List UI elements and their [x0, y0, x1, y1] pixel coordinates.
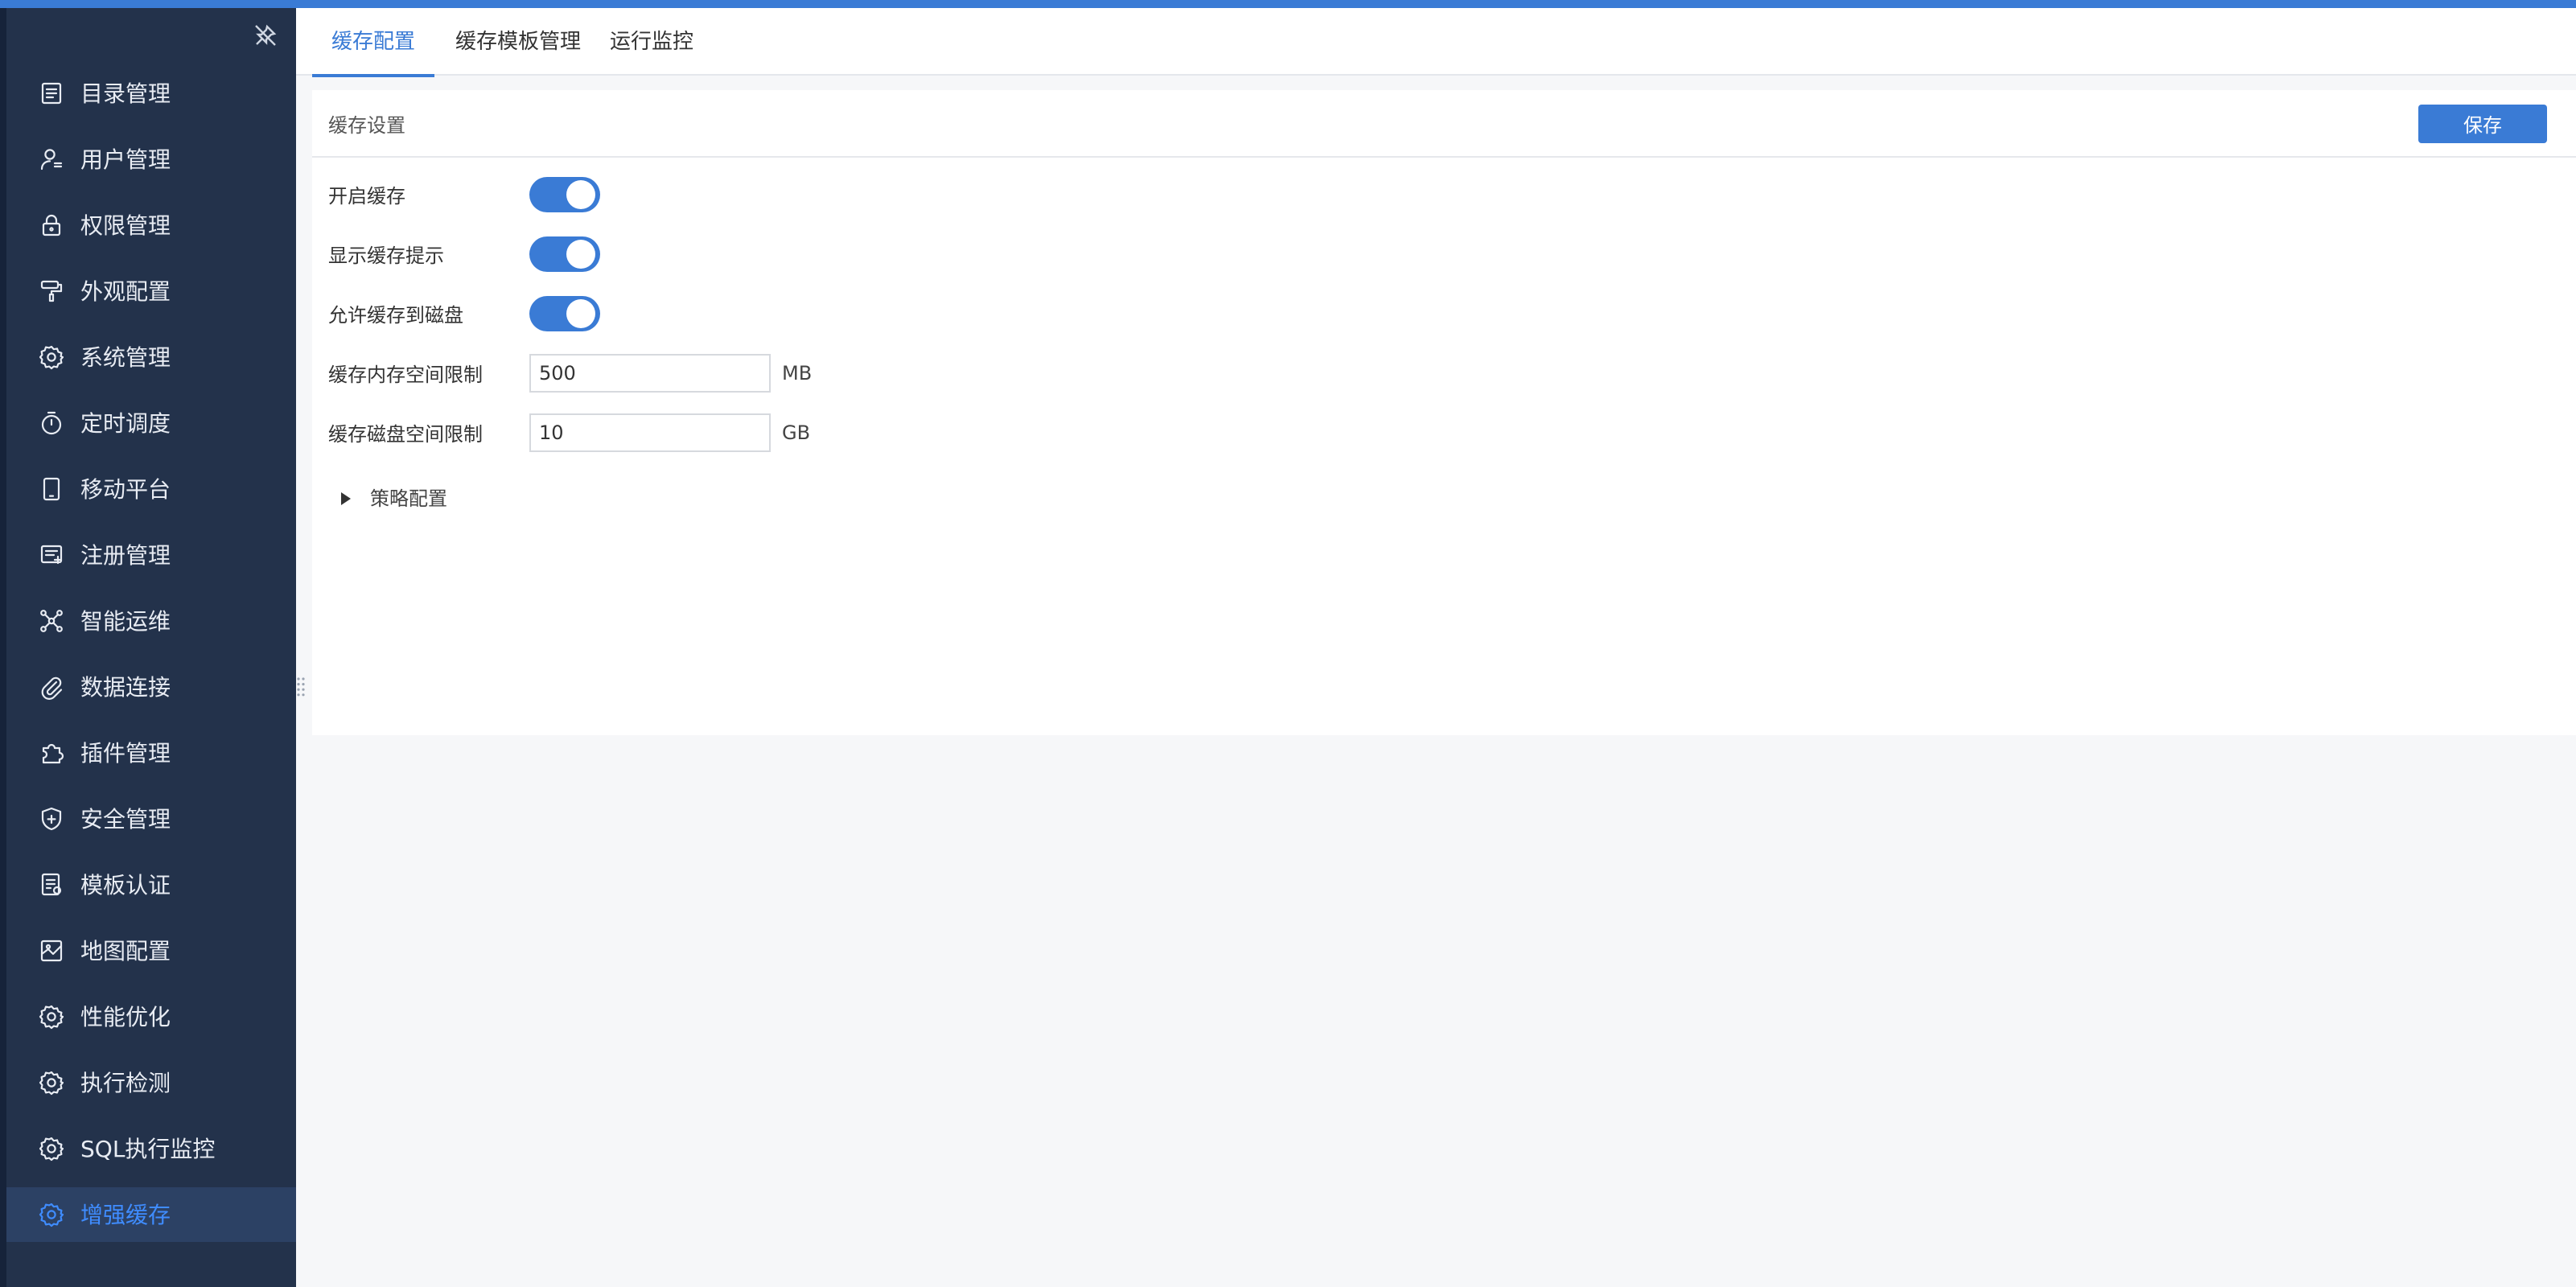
- disk-limit-input[interactable]: [529, 413, 771, 452]
- sidebar-item-label: 权限管理: [80, 214, 171, 240]
- strategy-config-label: 策略配置: [370, 487, 448, 510]
- enable-cache-label: 开启缓存: [328, 184, 406, 207]
- sidebar-item-3[interactable]: 外观配置: [6, 264, 296, 319]
- toggle-knob: [566, 240, 595, 269]
- setting-row-allow-disk-cache: 允许缓存到磁盘: [328, 293, 600, 335]
- sidebar-item-label: 移动平台: [80, 478, 171, 504]
- sidebar-item-14[interactable]: 性能优化: [6, 989, 296, 1044]
- mobile-icon: [39, 476, 64, 502]
- gear-icon: [39, 1136, 64, 1162]
- map-icon: [39, 938, 64, 964]
- toggle-knob: [566, 299, 595, 328]
- sidebar-item-label: 数据连接: [80, 676, 171, 701]
- sidebar-item-2[interactable]: 权限管理: [6, 198, 296, 253]
- resize-handle-icon[interactable]: [296, 676, 306, 698]
- tab-bar: 缓存配置 缓存模板管理 运行监控: [296, 8, 2576, 77]
- sidebar-item-label: 智能运维: [80, 610, 171, 635]
- sidebar-item-label: 增强缓存: [80, 1203, 171, 1229]
- app-root: 目录管理用户管理权限管理外观配置系统管理定时调度移动平台注册管理智能运维数据连接…: [0, 0, 2576, 1287]
- sidebar-item-label: 注册管理: [80, 544, 171, 569]
- sidebar-item-15[interactable]: 执行检测: [6, 1055, 296, 1110]
- sidebar-item-label: 外观配置: [80, 280, 171, 306]
- caret-right-icon: [341, 491, 351, 504]
- sidebar-item-label: 系统管理: [80, 346, 171, 372]
- sidebar-item-8[interactable]: 智能运维: [6, 594, 296, 648]
- puzzle-icon: [39, 740, 64, 766]
- gear-icon: [39, 1202, 64, 1227]
- tab-runtime-monitor[interactable]: 运行监控: [608, 8, 695, 76]
- sidebar-item-7[interactable]: 注册管理: [6, 528, 296, 582]
- memory-limit-unit: MB: [782, 362, 813, 384]
- shield-icon: [39, 806, 64, 832]
- disk-limit-label: 缓存磁盘空间限制: [328, 422, 484, 445]
- paint-roller-icon: [39, 278, 64, 304]
- sidebar-item-17[interactable]: 增强缓存: [6, 1187, 296, 1242]
- sidebar-item-label: 安全管理: [80, 808, 171, 833]
- allow-disk-cache-label: 允许缓存到磁盘: [328, 303, 464, 326]
- sidebar-item-5[interactable]: 定时调度: [6, 396, 296, 450]
- sidebar-item-label: 性能优化: [80, 1005, 171, 1031]
- show-cache-hint-label: 显示缓存提示: [328, 244, 445, 266]
- sidebar-item-label: 目录管理: [80, 82, 171, 108]
- left-edge-strip: [0, 8, 6, 1287]
- tab-cache-template-management[interactable]: 缓存模板管理: [451, 8, 586, 76]
- gear-icon: [39, 1004, 64, 1030]
- sidebar-item-label: 定时调度: [80, 412, 171, 438]
- template-cert-icon: [39, 872, 64, 898]
- panel-title: 缓存设置: [328, 114, 406, 137]
- sidebar-item-4[interactable]: 系统管理: [6, 330, 296, 384]
- setting-row-enable-cache: 开启缓存: [328, 174, 600, 216]
- sidebar-item-12[interactable]: 模板认证: [6, 857, 296, 912]
- sidebar-item-label: 用户管理: [80, 148, 171, 174]
- sidebar-item-10[interactable]: 插件管理: [6, 726, 296, 780]
- gear-icon: [39, 344, 64, 370]
- user-icon: [39, 146, 64, 172]
- sidebar-item-6[interactable]: 移动平台: [6, 462, 296, 516]
- top-accent-bar: [0, 0, 2576, 8]
- lock-icon: [39, 212, 64, 238]
- sidebar-item-label: 插件管理: [80, 742, 171, 767]
- setting-row-disk-limit: 缓存磁盘空间限制 GB: [328, 412, 810, 454]
- sidebar-item-label: 模板认证: [80, 874, 171, 899]
- tab-cache-config[interactable]: 缓存配置: [312, 8, 434, 77]
- setting-row-memory-limit: 缓存内存空间限制 MB: [328, 352, 812, 394]
- sidebar-item-11[interactable]: 安全管理: [6, 792, 296, 846]
- panel-header: 缓存设置 保存: [312, 90, 2576, 158]
- strategy-config-expander[interactable]: 策略配置: [341, 484, 447, 512]
- sidebar-item-label: SQL执行监控: [80, 1137, 216, 1163]
- register-icon: [39, 542, 64, 568]
- enable-cache-toggle[interactable]: [529, 177, 600, 212]
- save-button[interactable]: 保存: [2418, 105, 2547, 143]
- paperclip-icon: [39, 674, 64, 700]
- gear-icon: [39, 1070, 64, 1096]
- sidebar-item-1[interactable]: 用户管理: [6, 132, 296, 187]
- sidebar-nav: 目录管理用户管理权限管理外观配置系统管理定时调度移动平台注册管理智能运维数据连接…: [6, 66, 296, 1253]
- sidebar-item-label: 执行检测: [80, 1071, 171, 1097]
- sidebar-item-0[interactable]: 目录管理: [6, 66, 296, 121]
- toggle-knob: [566, 180, 595, 209]
- memory-limit-label: 缓存内存空间限制: [328, 363, 484, 385]
- sidebar-item-label: 地图配置: [80, 940, 171, 965]
- catalog-icon: [39, 80, 64, 106]
- disk-limit-unit: GB: [782, 421, 811, 444]
- sidebar-item-9[interactable]: 数据连接: [6, 660, 296, 714]
- timer-icon: [39, 410, 64, 436]
- sidebar-sql-monitor[interactable]: SQL执行监控: [6, 1121, 296, 1176]
- allow-disk-cache-toggle[interactable]: [529, 296, 600, 331]
- cache-settings-panel: 缓存设置 保存 开启缓存 显示缓存提示 允许缓存到磁盘 缓存内存空间限制 MB …: [312, 90, 2576, 735]
- show-cache-hint-toggle[interactable]: [529, 236, 600, 272]
- network-icon: [39, 608, 64, 634]
- sidebar: 目录管理用户管理权限管理外观配置系统管理定时调度移动平台注册管理智能运维数据连接…: [6, 8, 296, 1287]
- memory-limit-input[interactable]: [529, 354, 771, 393]
- sidebar-item-13[interactable]: 地图配置: [6, 923, 296, 978]
- unpin-icon[interactable]: [254, 24, 277, 47]
- setting-row-show-cache-hint: 显示缓存提示: [328, 233, 600, 275]
